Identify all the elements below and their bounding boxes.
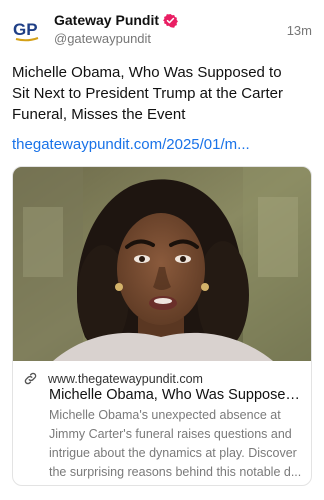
card-domain[interactable]: www.thegatewaypundit.com xyxy=(48,372,203,386)
author-name-row[interactable]: Gateway Pundit xyxy=(54,11,178,29)
card-domain-row[interactable]: www.thegatewaypundit.com xyxy=(23,371,203,386)
verified-badge-icon xyxy=(163,13,178,28)
post-text: Michelle Obama, Who Was Supposed to Sit … xyxy=(12,64,283,123)
card-image[interactable] xyxy=(13,167,311,361)
author-handle[interactable]: @gatewaypundit xyxy=(54,31,151,47)
gateway-pundit-avatar[interactable]: GP xyxy=(12,14,42,44)
post-link[interactable]: thegatewaypundit.com/2025/01/m... xyxy=(12,134,312,155)
avatar-text: GP xyxy=(13,20,38,39)
post-timestamp[interactable]: 13m xyxy=(287,23,312,38)
post[interactable]: GP Gateway Pundit @gatewaypundit 13m Mic… xyxy=(0,0,324,500)
link-preview-card[interactable]: www.thegatewaypundit.com Michelle Obama,… xyxy=(12,166,312,486)
link-icon xyxy=(24,372,37,385)
card-description: Michelle Obama's unexpected absence at J… xyxy=(49,408,302,479)
author-display-name[interactable]: Gateway Pundit xyxy=(54,11,159,29)
card-title[interactable]: Michelle Obama, Who Was Supposed ... xyxy=(49,386,301,404)
